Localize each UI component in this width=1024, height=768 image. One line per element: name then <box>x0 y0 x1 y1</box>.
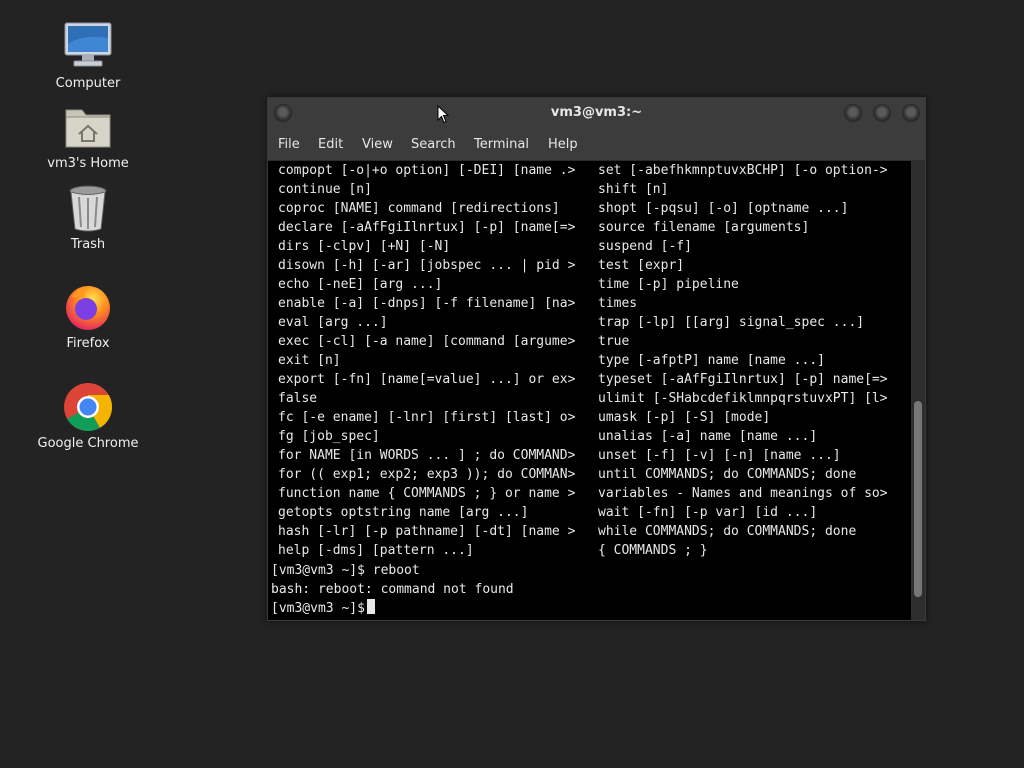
help-left-line: compopt [-o|+o option] [-DEI] [name .> <box>278 163 576 178</box>
desktop: Computer vm3's Home Trash Firefox Google… <box>0 0 1024 768</box>
help-left-line: declare [-aAfFgiIlnrtux] [-p] [name[=> <box>278 220 576 235</box>
help-left-line: export [-fn] [name[=value] ...] or ex> <box>278 372 576 387</box>
help-right-line: typeset [-aAfFgiIlnrtux] [-p] name[=> <box>598 372 888 387</box>
help-right-line: trap [-lp] [[arg] signal_spec ...] <box>598 315 865 330</box>
help-right-line: true <box>598 334 630 349</box>
scrollbar-thumb[interactable] <box>914 401 922 597</box>
help-list-left: compopt [-o|+o option] [-DEI] [name .> co… <box>278 161 575 560</box>
desktop-icon-home[interactable]: vm3's Home <box>23 102 153 171</box>
close-button[interactable] <box>902 104 920 122</box>
help-left-line: function name { COMMANDS ; } or name > <box>278 486 576 501</box>
help-left-line: exit [n] <box>278 353 341 368</box>
menu-edit[interactable]: Edit <box>318 137 343 152</box>
scrollbar[interactable] <box>911 161 925 620</box>
help-left-line: dirs [-clpv] [+N] [-N] <box>278 239 451 254</box>
desktop-icon-label: vm3's Home <box>47 156 129 171</box>
prompt-text: [vm3@vm3 ~]$ <box>271 601 365 616</box>
terminal-window[interactable]: vm3@vm3:~ File Edit View Search Terminal… <box>267 97 926 621</box>
window-titlebar[interactable]: vm3@vm3:~ <box>268 98 925 130</box>
help-left-line: false <box>278 391 318 406</box>
help-left-line: exec [-cl] [-a name] [command [argume> <box>278 334 576 349</box>
help-right-line: source filename [arguments] <box>598 220 810 235</box>
home-folder-icon <box>65 109 111 148</box>
help-left-line: continue [n] <box>278 182 372 197</box>
menu-view[interactable]: View <box>362 137 393 152</box>
help-right-line: unset [-f] [-v] [-n] [name ...] <box>598 448 841 463</box>
help-right-line: test [expr] <box>598 258 685 273</box>
chrome-icon <box>64 383 113 432</box>
help-right-line: suspend [-f] <box>598 239 692 254</box>
help-left-line: eval [arg ...] <box>278 315 388 330</box>
desktop-icon-label: Computer <box>55 76 121 91</box>
help-right-line: ulimit [-SHabcdefiklmnpqrstuvxPT] [l> <box>598 391 888 406</box>
help-right-line: times <box>598 296 638 311</box>
desktop-icon-trash[interactable]: Trash <box>23 183 153 252</box>
menu-bar: File Edit View Search Terminal Help <box>268 130 925 161</box>
trash-icon <box>69 185 107 232</box>
help-left-line: for NAME [in WORDS ... ] ; do COMMAND> <box>278 448 576 463</box>
help-right-line: set [-abefhkmnptuvxBCHP] [-o option-> <box>598 163 888 178</box>
active-prompt[interactable]: [vm3@vm3 ~]$ <box>271 599 514 618</box>
help-left-line: enable [-a] [-dnps] [-f filename] [na> <box>278 296 576 311</box>
desktop-icon-computer[interactable]: Computer <box>23 20 153 91</box>
help-left-line: fc [-e ename] [-lnr] [first] [last] o> <box>278 410 576 425</box>
help-right-line: unalias [-a] name [name ...] <box>598 429 818 444</box>
menu-search[interactable]: Search <box>411 137 456 152</box>
help-list-right: set [-abefhkmnptuvxBCHP] [-o option-> shi… <box>598 161 888 560</box>
help-left-line: hash [-lr] [-p pathname] [-dt] [name > <box>278 524 576 539</box>
maximize-button[interactable] <box>873 104 891 122</box>
menu-file[interactable]: File <box>278 137 300 152</box>
help-left-line: disown [-h] [-ar] [jobspec ... | pid > <box>278 258 576 273</box>
help-left-line: help [-dms] [pattern ...] <box>278 543 474 558</box>
help-right-line: variables - Names and meanings of so> <box>598 486 888 501</box>
help-right-line: time [-p] pipeline <box>598 277 739 292</box>
text-cursor <box>366 599 375 614</box>
help-left-line: coproc [NAME] command [redirections] <box>278 201 560 216</box>
help-left-line: getopts optstring name [arg ...] <box>278 505 529 520</box>
menu-help[interactable]: Help <box>548 137 578 152</box>
error-line: bash: reboot: command not found <box>271 582 514 597</box>
window-title: vm3@vm3:~ <box>550 105 643 120</box>
desktop-icon-label: Firefox <box>66 336 110 351</box>
desktop-icon-label: Trash <box>70 237 106 252</box>
help-left-line: fg [job_spec] <box>278 429 380 444</box>
help-right-line: shopt [-pqsu] [-o] [optname ...] <box>598 201 849 216</box>
prompt-area: [vm3@vm3 ~]$ reboot bash: reboot: command… <box>271 561 514 618</box>
help-right-line: until COMMANDS; do COMMANDS; done <box>598 467 857 482</box>
terminal-output[interactable]: compopt [-o|+o option] [-DEI] [name .> co… <box>268 161 910 620</box>
help-right-line: type [-afptP] name [name ...] <box>598 353 825 368</box>
minimize-button[interactable] <box>844 104 862 122</box>
help-right-line: shift [n] <box>598 182 669 197</box>
desktop-icon-label: Google Chrome <box>37 436 139 451</box>
computer-icon <box>64 22 112 67</box>
help-right-line: umask [-p] [-S] [mode] <box>598 410 771 425</box>
desktop-icon-chrome[interactable]: Google Chrome <box>23 382 153 451</box>
mouse-pointer-icon <box>437 105 449 124</box>
desktop-icon-firefox[interactable]: Firefox <box>23 282 153 351</box>
help-right-line: while COMMANDS; do COMMANDS; done <box>598 524 857 539</box>
menu-terminal[interactable]: Terminal <box>474 137 529 152</box>
prompt-line: [vm3@vm3 ~]$ reboot <box>271 563 420 578</box>
firefox-icon <box>66 286 110 330</box>
help-right-line: wait [-fn] [-p var] [id ...] <box>598 505 818 520</box>
help-left-line: for (( exp1; exp2; exp3 )); do COMMAN> <box>278 467 576 482</box>
help-right-line: { COMMANDS ; } <box>598 543 708 558</box>
help-left-line: echo [-neE] [arg ...] <box>278 277 443 292</box>
